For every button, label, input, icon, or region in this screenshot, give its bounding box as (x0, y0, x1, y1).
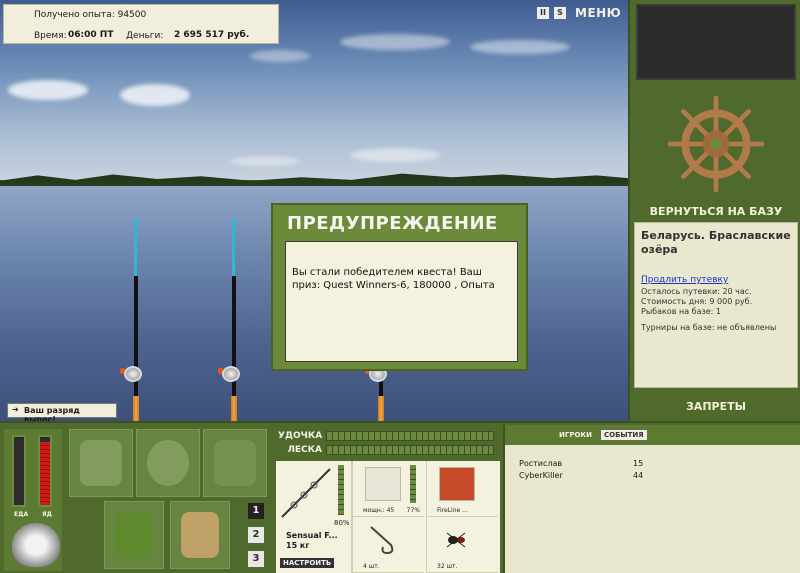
page-1-button[interactable]: 1 (248, 503, 264, 519)
cloud (470, 40, 570, 54)
players-tabs: ИГРОКИ СОБЫТИЯ (505, 425, 800, 445)
bag-slot[interactable] (136, 429, 200, 497)
tournaments-status: Турниры на базе: не объявлены (641, 323, 777, 332)
cloud (8, 80, 88, 100)
location-title: Беларусь. Браславские озёра (641, 229, 791, 256)
bait-count: 32 шт. (437, 563, 458, 570)
cloud (230, 156, 300, 166)
ant-bait-icon (439, 523, 475, 557)
cloud (350, 148, 440, 162)
rod-condition-bar (338, 465, 344, 515)
day-cost: Стоимость дня: 9 000 руб. (641, 297, 753, 306)
anglers-count: Рыбаков на базе: 1 (641, 307, 721, 316)
tab-events[interactable]: СОБЫТИЯ (599, 429, 648, 441)
reel-icon (365, 467, 401, 501)
warning-dialog[interactable]: ПРЕДУПРЕЖДЕНИЕ Вы стали победителем квес… (271, 203, 528, 371)
fishing-line-icon (439, 467, 475, 501)
sound-icon[interactable]: S (554, 7, 566, 19)
rod-card[interactable]: 80% Sensual F... 15 кг НАСТРОИТЬ (276, 461, 352, 573)
bait-card[interactable]: 32 шт. (426, 517, 498, 573)
backpack-slot[interactable] (69, 429, 133, 497)
time-label: Время: (34, 31, 67, 41)
rod-durability-row: УДОЧКА (278, 429, 494, 443)
fishing-line-card[interactable]: FireLine ... (426, 461, 498, 517)
cloud (250, 50, 310, 62)
player-value: 44 (633, 471, 644, 480)
page-2-button[interactable]: 2 (248, 527, 264, 543)
player-name: CyberKiller (519, 471, 563, 480)
ship-wheel-icon[interactable] (668, 96, 764, 192)
right-panel: ВЕРНУТЬСЯ НА БАЗУ Беларусь. Браславские … (632, 0, 800, 421)
permit-remaining: Осталось путевки: 20 час. (641, 287, 752, 296)
hook-count: 4 шт. (363, 563, 380, 570)
player-info-panel: Получено опыта: 94500 Время: 06:00 ПТ Де… (3, 4, 279, 44)
money-label: Деньги: (126, 31, 164, 41)
cloud (340, 34, 450, 50)
gear-cards: 80% Sensual F... 15 кг НАСТРОИТЬ мощн.: … (276, 461, 500, 573)
money-value: 2 695 517 руб. (174, 30, 250, 40)
rod-durability-bar (326, 431, 494, 441)
reel-condition-bar (410, 465, 416, 503)
hook-icon (365, 523, 401, 557)
rod-case-slot[interactable] (203, 429, 267, 497)
line-durability-row: ЛЕСКА (278, 443, 494, 457)
experience-label: Получено опыта: 94500 (34, 10, 147, 20)
page-3-button[interactable]: 3 (248, 551, 264, 567)
reel-power: мощн.: 45 (363, 507, 395, 514)
gear-panel: УДОЧКА ЛЕСКА 80% Sensual F... 15 кг НАСТ… (274, 425, 500, 573)
minimap[interactable] (636, 4, 796, 80)
rod-label: УДОЧКА (278, 431, 323, 441)
reel-percent: 77% (406, 507, 420, 514)
rod-name: Sensual F... (286, 531, 338, 540)
bans-button[interactable]: ЗАПРЕТЫ (632, 400, 800, 413)
tab-players[interactable]: ИГРОКИ (559, 431, 592, 439)
reel-card[interactable]: мощн.: 45 77% (352, 461, 424, 517)
location-panel: Беларусь. Браславские озёра Продлить пут… (634, 222, 798, 388)
player-name: Ростислав (519, 459, 563, 468)
rank-up-toast[interactable]: Ваш разряд вырос! (7, 403, 117, 424)
extend-permit-link[interactable]: Продлить путевку (641, 275, 791, 285)
cloud (120, 84, 190, 106)
food-meter (12, 435, 26, 507)
player-value: 15 (633, 459, 644, 468)
rod-weight: 15 кг (286, 541, 310, 550)
line-durability-bar (326, 445, 494, 455)
players-list: Ростислав 15 CyberKiller 44 (519, 459, 649, 483)
players-panel: ИГРОКИ СОБЫТИЯ Ростислав 15 CyberKiller … (503, 425, 800, 573)
bait-basket-slot[interactable] (104, 501, 164, 569)
list-item[interactable]: CyberKiller 44 (519, 471, 649, 483)
fishing-line-name: FireLine ... (437, 507, 468, 514)
time-value: 06:00 ПТ (68, 30, 114, 40)
top-controls: II S МЕНЮ (537, 6, 621, 20)
bucket-slot[interactable] (170, 501, 230, 569)
menu-button[interactable]: МЕНЮ (575, 6, 621, 20)
rod-percent: 80% (334, 519, 350, 527)
bottom-panel: ЕДА ЯД 1 2 3 УДОЧКА ЛЕСКА 80% Sensual F.… (0, 421, 800, 573)
dialog-title: ПРЕДУПРЕЖДЕНИЕ (287, 213, 498, 234)
poison-label: ЯД (42, 511, 52, 518)
cauldron-icon[interactable] (12, 523, 60, 567)
poison-meter (38, 435, 52, 507)
return-to-base-button[interactable]: ВЕРНУТЬСЯ НА БАЗУ (632, 205, 800, 218)
food-label: ЕДА (14, 511, 29, 518)
hook-card[interactable]: 4 шт. (352, 517, 424, 573)
status-meters: ЕДА ЯД (4, 429, 62, 571)
rod-icon (281, 468, 331, 518)
setup-button[interactable]: НАСТРОИТЬ (280, 558, 335, 568)
line-label: ЛЕСКА (287, 445, 322, 455)
dialog-message: Вы стали победителем квеста! Ваш приз: Q… (285, 241, 518, 362)
pause-icon[interactable]: II (537, 7, 549, 19)
list-item[interactable]: Ростислав 15 (519, 459, 649, 471)
